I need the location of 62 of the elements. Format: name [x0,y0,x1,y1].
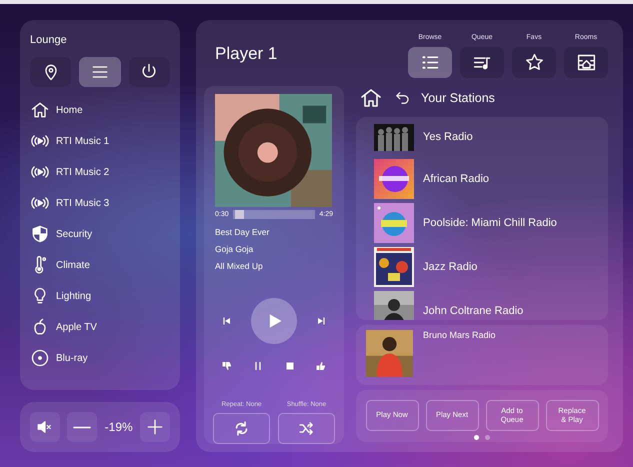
shuffle-button[interactable] [278,413,335,444]
source-item[interactable]: Climate [30,250,170,280]
section-heading: Your Stations [421,90,495,107]
play-button[interactable] [251,298,297,344]
power-button[interactable] [128,56,170,86]
station-item[interactable]: John Coltrane Radio [374,289,608,320]
thumbs-up-icon [314,360,327,372]
volume-reading: -19% [104,419,133,436]
plus-icon [145,417,165,437]
shield-icon [30,224,50,244]
tab-button[interactable] [408,47,452,78]
tab-button[interactable] [460,47,504,78]
room-name: Lounge [30,33,68,48]
star-icon [524,52,544,73]
minus-icon [72,426,92,428]
source-item[interactable]: RTI Music 3 [30,188,170,218]
mute-button[interactable] [30,412,60,442]
song-title: Best Day Ever [215,226,270,239]
thumbs-down-button[interactable] [221,360,233,372]
source-item[interactable]: Lighting [30,280,170,312]
station-item[interactable]: Poolside: Miami Chill Radio [374,201,608,245]
artist-name: Goja Goja [215,242,254,256]
source-item[interactable]: Apple TV [30,312,170,342]
stop-button[interactable] [284,360,296,372]
station-name: Bruno Mars Radio [423,329,496,342]
thumbs-down-icon [221,360,233,372]
mute-icon [36,418,54,436]
album-name: All Mixed Up [215,260,264,272]
back-button[interactable] [393,89,411,107]
source-item[interactable]: RTI Music 2 [30,156,170,188]
home-button[interactable] [359,86,383,110]
home-icon [359,86,383,110]
source-item[interactable]: Home [30,94,170,126]
progress-thumb[interactable] [234,210,244,220]
floor-plan-icon [576,52,596,73]
source-item[interactable]: RTI Music 1 [30,126,170,156]
home-icon [30,100,50,120]
page-dot[interactable] [474,435,479,440]
tab-button[interactable] [564,47,608,78]
location-button[interactable] [30,56,72,86]
disc-icon [30,348,50,368]
station-item[interactable]: Jazz Radio [374,245,608,289]
repeat-button[interactable] [213,413,270,444]
volume-down-button[interactable] [67,412,98,442]
shuffle-icon [298,420,315,437]
menu-button[interactable] [79,56,121,86]
source-item[interactable]: Security [30,218,170,250]
next-icon [315,315,327,328]
repeat-icon [233,420,250,437]
previous-button[interactable] [221,315,233,328]
tab-button[interactable] [512,47,556,78]
thumbs-up-button[interactable] [314,360,327,372]
station-item[interactable]: African Radio [374,157,608,201]
next-button[interactable] [315,315,327,328]
stop-icon [284,360,296,372]
back-arrow-icon [393,89,411,107]
station-item[interactable]: Yes Radio [374,117,608,157]
volume-up-button[interactable] [140,412,170,442]
player-title: Player 1 [215,42,278,64]
previous-icon [221,315,233,328]
source-item[interactable]: Blu-ray [30,342,170,374]
page-dot[interactable] [485,435,490,440]
